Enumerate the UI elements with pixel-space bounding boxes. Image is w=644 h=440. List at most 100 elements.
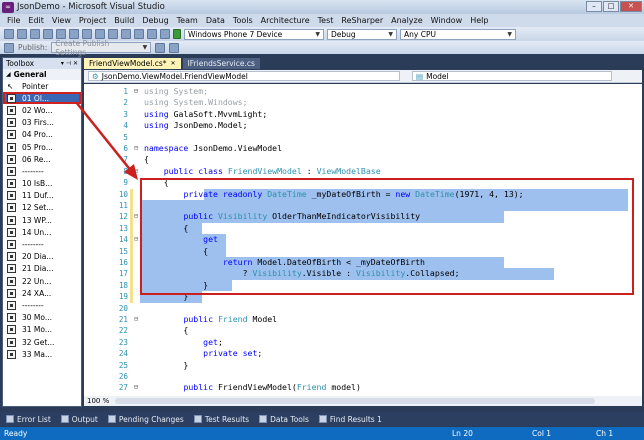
horizontal-scrollbar[interactable] [115, 398, 596, 404]
tool-tab-pending-changes[interactable]: Pending Changes [107, 415, 184, 424]
toolbox-item[interactable]: 32 Get... [3, 336, 81, 348]
chevron-down-icon: ▼ [388, 30, 393, 38]
publish-icon[interactable] [4, 42, 14, 53]
line-number: 6 [123, 144, 128, 153]
property-icon: ▤ [416, 71, 424, 81]
toolbox-item[interactable]: 10 IsB... [3, 178, 81, 190]
close-button[interactable]: ✕ [620, 1, 642, 12]
menu-item-view[interactable]: View [48, 16, 75, 25]
toolbox-item-label: 14 Un... [22, 227, 52, 237]
toolbox-item[interactable]: 12 Set... [3, 202, 81, 214]
publish-settings-select[interactable]: Create Publish Settings ▼ [51, 39, 152, 57]
toolbox-item[interactable]: 33 Ma... [3, 348, 81, 360]
toolbox-group-general[interactable]: ◢ General [3, 69, 81, 80]
toolbox-item-label: 13 WP... [22, 215, 52, 225]
collapse-region-icon[interactable]: ⊟ [134, 314, 142, 325]
redo-icon[interactable] [108, 29, 118, 39]
line-number: 16 [118, 258, 128, 267]
toolbox-item[interactable]: 02 Wo... [3, 104, 81, 116]
navigate-back-icon[interactable] [121, 29, 131, 39]
change-marker [130, 188, 133, 200]
toolbox-item-label: 31 Mo... [22, 325, 53, 335]
tool-tab-data-tools[interactable]: Data Tools [259, 415, 309, 424]
tool-tab-error-list[interactable]: Error List [6, 415, 51, 424]
paste-icon[interactable] [82, 29, 92, 39]
toolbox-item[interactable]: 06 Re... [3, 153, 81, 165]
menu-item-file[interactable]: File [3, 16, 24, 25]
toolbox-item-pointer[interactable]: ↖ Pointer [3, 80, 81, 92]
toolbox-item[interactable]: 22 Un... [3, 275, 81, 287]
code-text: using System.Windows; [144, 97, 248, 108]
snippet-icon [7, 142, 16, 152]
collapse-region-icon[interactable]: ⊟ [134, 166, 142, 177]
toolbox-item[interactable]: 21 Dia... [3, 263, 81, 275]
maximize-button[interactable]: □ [603, 1, 619, 12]
menu-item-build[interactable]: Build [110, 16, 138, 25]
keyword-token: using [144, 97, 169, 108]
undo-icon[interactable] [95, 29, 105, 39]
toolbox-item[interactable]: 04 Pro... [3, 129, 81, 141]
keyword-token: public class [163, 165, 223, 176]
save-icon[interactable] [30, 29, 40, 39]
minimize-button[interactable]: – [586, 1, 602, 12]
type-dropdown[interactable]: ⚙ JsonDemo.ViewModel.FriendViewModel [88, 71, 400, 81]
toolbox-item[interactable]: -------- [3, 165, 81, 177]
navigate-forward-icon[interactable] [134, 29, 144, 39]
toolbox-item[interactable]: 14 Un... [3, 226, 81, 238]
tool-tab-test-results[interactable]: Test Results [193, 415, 249, 424]
menu-item-debug[interactable]: Debug [138, 16, 172, 25]
toolbox-item[interactable]: 03 Firs... [3, 117, 81, 129]
tab-friendviewmodel[interactable]: FriendViewModel.cs* ✕ [84, 58, 181, 69]
toolbox-item[interactable]: -------- [3, 238, 81, 250]
menu-item-analyze[interactable]: Analyze [387, 16, 427, 25]
toolbox-item[interactable]: -------- [3, 299, 81, 311]
toolbox-item[interactable]: 20 Dia... [3, 251, 81, 263]
publish-toolbar: Publish: Create Publish Settings ▼ [0, 39, 644, 57]
menu-item-data[interactable]: Data [202, 16, 229, 25]
menu-item-help[interactable]: Help [466, 16, 492, 25]
solution-configuration-select[interactable]: Debug ▼ [327, 28, 397, 40]
data-icon[interactable] [147, 29, 157, 39]
save-all-icon[interactable] [43, 29, 53, 39]
toolbox-item[interactable]: 01 Ol... [3, 92, 81, 105]
toolbox-item[interactable]: 31 Mo... [3, 324, 81, 336]
menu-item-architecture[interactable]: Architecture [257, 16, 314, 25]
tool-tab-output[interactable]: Output [60, 415, 98, 424]
toolbox-item[interactable]: 13 WP... [3, 214, 81, 226]
pin-icon[interactable]: ▾ ⊣ ✕ [61, 60, 78, 67]
change-marker [130, 200, 133, 212]
member-dropdown[interactable]: ▤ Model [412, 71, 612, 81]
menu-item-edit[interactable]: Edit [24, 16, 48, 25]
menu-item-project[interactable]: Project [75, 16, 110, 25]
cut-icon[interactable] [56, 29, 66, 39]
toolbox-item[interactable]: 11 Duf... [3, 190, 81, 202]
tool-tab-find-results-1[interactable]: Find Results 1 [318, 415, 382, 424]
collapse-region-icon[interactable]: ⊟ [134, 86, 142, 97]
find-icon[interactable] [160, 29, 170, 39]
publish-web-icon[interactable] [155, 42, 166, 53]
copy-icon[interactable] [69, 29, 79, 39]
toolbox-item[interactable]: 24 XA... [3, 287, 81, 299]
zoom-level[interactable]: 100 % [87, 397, 109, 405]
menu-item-resharper[interactable]: ReSharper [337, 16, 387, 25]
publish-settings-icon[interactable] [169, 42, 180, 53]
toolbox-item[interactable]: 30 Mo... [3, 312, 81, 324]
target-device-select[interactable]: Windows Phone 7 Device ▼ [184, 28, 324, 40]
toolbox-item-label: 06 Re... [22, 154, 51, 164]
menu-item-tools[interactable]: Tools [229, 16, 257, 25]
code-line: 24 private set; [84, 348, 642, 359]
code-token: System; [168, 86, 209, 96]
menu-item-test[interactable]: Test [314, 16, 338, 25]
menu-item-window[interactable]: Window [427, 16, 467, 25]
close-tab-icon[interactable]: ✕ [171, 60, 176, 67]
toolbox-item[interactable]: 05 Pro... [3, 141, 81, 153]
new-project-icon[interactable] [4, 29, 14, 39]
menu-item-team[interactable]: Team [173, 16, 202, 25]
collapse-region-icon[interactable]: ⊟ [134, 143, 142, 154]
solution-platform-select[interactable]: Any CPU ▼ [400, 28, 516, 40]
code-line: 23 get; [84, 337, 642, 348]
collapse-region-icon[interactable]: ⊟ [134, 382, 142, 393]
start-debugging-icon[interactable] [173, 29, 181, 39]
tab-ifriendsservice[interactable]: IFriendsService.cs [182, 58, 260, 69]
open-file-icon[interactable] [17, 29, 27, 39]
